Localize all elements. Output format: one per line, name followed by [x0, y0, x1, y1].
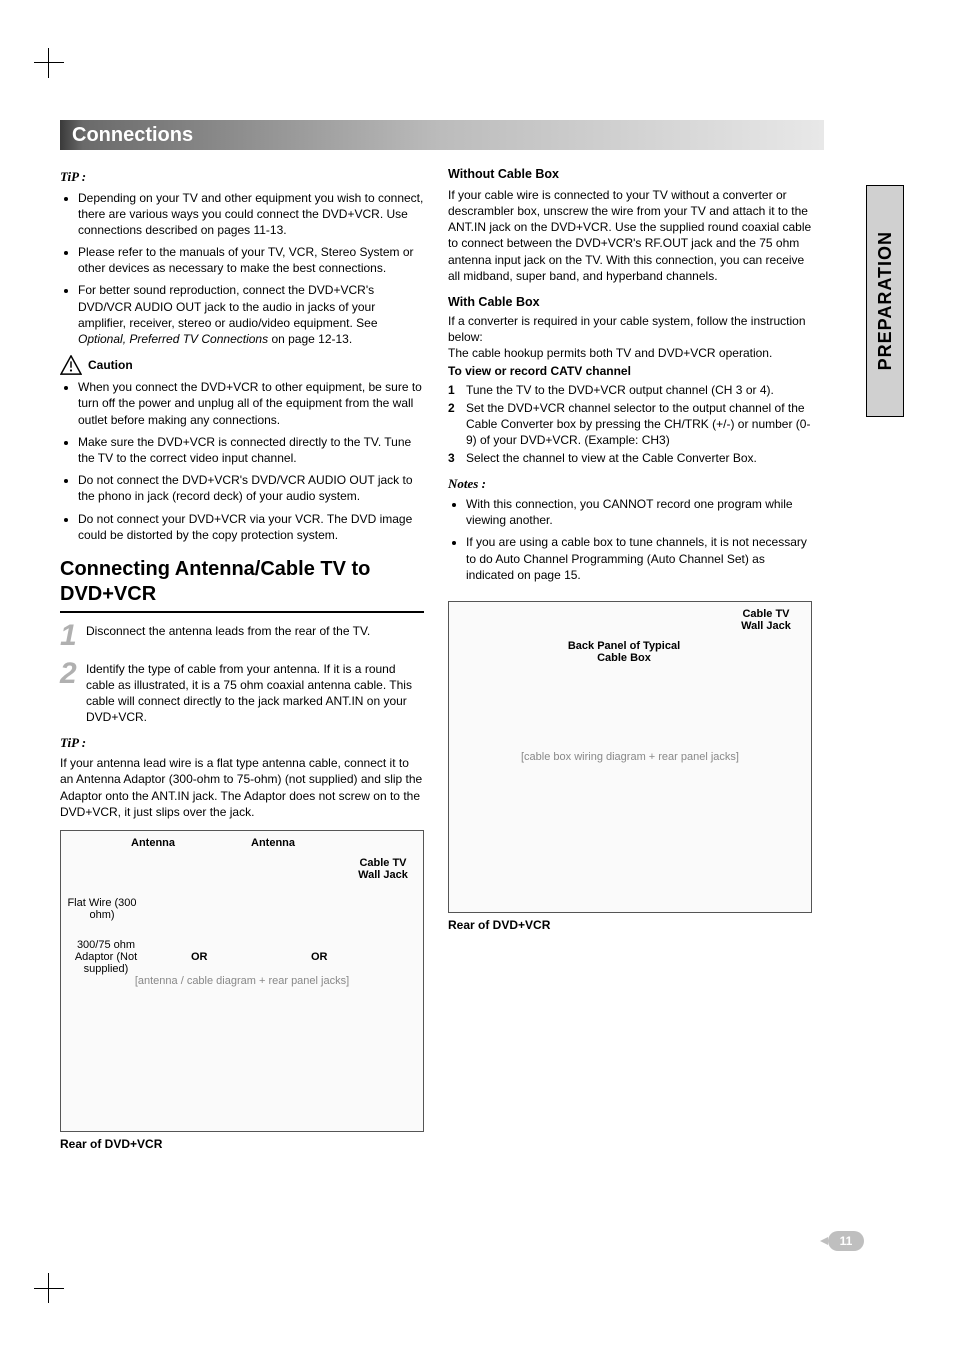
crop-mark-top-left [48, 48, 79, 78]
step-text: Tune the TV to the DVD+VCR output channe… [466, 382, 774, 398]
left-column: TiP : Depending on your TV and other equ… [60, 160, 424, 1152]
page-number: 11 [828, 1231, 864, 1251]
page: PREPARATION Connections TiP : Depending … [0, 0, 954, 1351]
figure-box: Cable TV Wall Jack Back Panel of Typical… [448, 601, 812, 913]
list-item: 3 Select the channel to view at the Cable… [448, 450, 812, 466]
fig-label-cable-wall-jack: Cable TV Wall Jack [353, 857, 413, 881]
tip-label: TiP : [60, 734, 424, 752]
list-item: 1 Tune the TV to the DVD+VCR output chann… [448, 382, 812, 398]
note-item: If you are using a cable box to tune cha… [466, 534, 812, 583]
caution-label: Caution [88, 357, 133, 373]
tip-item: Depending on your TV and other equipment… [78, 190, 424, 239]
figure-box: Antenna Antenna Cable TV Wall Jack Flat … [60, 830, 424, 1132]
warning-icon [60, 355, 82, 375]
fig-label-or-2: OR [311, 951, 328, 963]
fig-label-flat-wire: Flat Wire (300 ohm) [67, 897, 137, 921]
figure-placeholder: [cable box wiring diagram + rear panel j… [521, 750, 739, 765]
note-item: With this connection, you CANNOT record … [466, 496, 812, 528]
fig-label-adaptor: 300/75 ohm Adaptor (Not supplied) [63, 939, 149, 975]
figure-placeholder: [antenna / cable diagram + rear panel ja… [135, 974, 349, 989]
step-text: Identify the type of cable from your ant… [86, 659, 424, 726]
caution-item: Do not connect the DVD+VCR's DVD/VCR AUD… [78, 472, 424, 504]
page-title-bar: Connections [60, 120, 824, 150]
figure-antenna-diagram: Antenna Antenna Cable TV Wall Jack Flat … [60, 830, 424, 1152]
step-text: Set the DVD+VCR channel selector to the … [466, 400, 812, 449]
step-text: Disconnect the antenna leads from the re… [86, 621, 424, 651]
section-rule [60, 611, 424, 613]
figure-caption: Rear of DVD+VCR [448, 917, 812, 933]
page-number-badge: 11 [828, 1231, 864, 1251]
paragraph: The cable hookup permits both TV and DVD… [448, 345, 812, 361]
paragraph: If your cable wire is connected to your … [448, 187, 812, 284]
paragraph: If a converter is required in your cable… [448, 313, 812, 345]
tip-item-text: For better sound reproduction, connect t… [78, 283, 378, 346]
fig-label-antenna-b: Antenna [251, 837, 295, 849]
caution-item: When you connect the DVD+VCR to other eq… [78, 379, 424, 428]
page-title: Connections [72, 122, 193, 149]
notes-label: Notes : [448, 475, 812, 493]
fig-label-or-1: OR [191, 951, 208, 963]
figure-cable-box-diagram: Cable TV Wall Jack Back Panel of Typical… [448, 601, 812, 933]
fig-label-cable-box-back: Back Panel of Typical Cable Box [559, 640, 689, 664]
step: 2 Identify the type of cable from your a… [60, 659, 424, 726]
crop-mark-bottom-left [48, 1273, 79, 1303]
section-tab-label: PREPARATION [873, 231, 897, 370]
step-number: 3 [448, 450, 460, 466]
fig-label-wall-jack: Cable TV Wall Jack [731, 608, 801, 632]
step-number: 1 [60, 621, 80, 651]
step-number: 2 [448, 400, 460, 449]
tip-item: Please refer to the manuals of your TV, … [78, 244, 424, 276]
caution-item: Make sure the DVD+VCR is connected direc… [78, 434, 424, 466]
tip-label: TiP : [60, 168, 424, 186]
step: 1 Disconnect the antenna leads from the … [60, 621, 424, 651]
step-number: 2 [60, 659, 80, 726]
caution-item: Do not connect your DVD+VCR via your VCR… [78, 511, 424, 543]
figure-caption: Rear of DVD+VCR [60, 1136, 424, 1152]
right-column: Without Cable Box If your cable wire is … [448, 160, 812, 1152]
content-columns: TiP : Depending on your TV and other equ… [60, 160, 812, 1152]
caution-list: When you connect the DVD+VCR to other eq… [60, 379, 424, 543]
tip-list: Depending on your TV and other equipment… [60, 190, 424, 348]
subheading-with-cable-box: With Cable Box [448, 294, 812, 311]
notes-list: With this connection, you CANNOT record … [448, 496, 812, 583]
section-heading: Connecting Antenna/Cable TV to DVD+VCR [60, 557, 424, 607]
subheading-without-cable-box: Without Cable Box [448, 166, 812, 183]
subheading-catv: To view or record CATV channel [448, 363, 812, 379]
step-number: 1 [448, 382, 460, 398]
step-text: Select the channel to view at the Cable … [466, 450, 757, 466]
ordered-steps: 1 Tune the TV to the DVD+VCR output chann… [448, 382, 812, 467]
caution-heading: Caution [60, 355, 424, 375]
tip-item: For better sound reproduction, connect t… [78, 282, 424, 347]
fig-label-antenna-a: Antenna [131, 837, 175, 849]
section-tab: PREPARATION [866, 185, 904, 417]
list-item: 2Set the DVD+VCR channel selector to the… [448, 400, 812, 449]
tip-paragraph: If your antenna lead wire is a flat type… [60, 755, 424, 820]
